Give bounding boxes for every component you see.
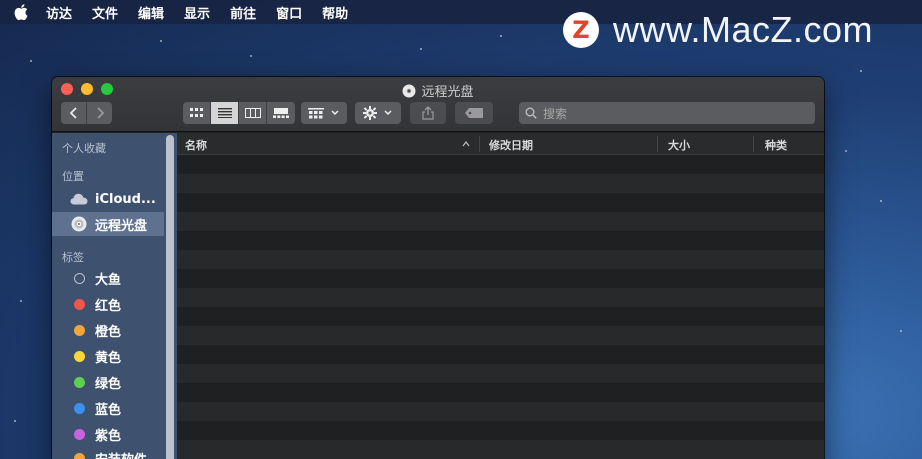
columns-icon <box>244 108 261 118</box>
list-view-button[interactable] <box>211 102 239 124</box>
sidebar-item-label: iCloud... <box>95 191 156 207</box>
window-title-text: 远程光盘 <box>421 85 474 100</box>
apple-icon[interactable] <box>14 3 30 21</box>
menu-window[interactable]: 窗口 <box>276 3 302 22</box>
cloud-icon <box>70 190 88 208</box>
sidebar-item-remote-disc[interactable]: 远程光盘 <box>52 212 164 236</box>
sidebar-tag-dayu[interactable]: 大鱼 <box>52 266 164 290</box>
sidebar-item-label: 远程光盘 <box>95 218 148 234</box>
sidebar-item-label: 紫色 <box>95 428 122 444</box>
tag-icon <box>465 108 483 118</box>
menu-view[interactable]: 显示 <box>184 3 210 22</box>
menu-go[interactable]: 前往 <box>230 3 256 22</box>
sidebar-tag-green[interactable]: 绿色 <box>52 370 164 394</box>
sidebar-item-label: 橙色 <box>95 324 122 340</box>
sidebar-header-favorites: 个人收藏 <box>62 142 106 155</box>
search-field[interactable]: 搜索 <box>519 102 815 124</box>
finder-window: 远程光盘 搜索 个人收藏 位置 iCloud... 远程光盘 标签 大鱼 红色 … <box>52 77 824 459</box>
tag-dot-icon <box>72 269 86 287</box>
menu-edit[interactable]: 编辑 <box>138 3 164 22</box>
back-button[interactable] <box>61 102 86 124</box>
gallery-icon <box>273 108 289 118</box>
disc-icon <box>402 84 416 97</box>
column-view-button[interactable] <box>239 102 267 124</box>
chevron-down-icon <box>384 110 392 116</box>
search-icon <box>525 107 537 119</box>
sidebar-tag-purple[interactable]: 紫色 <box>52 422 164 446</box>
sidebar-item-label: 大鱼 <box>95 272 122 288</box>
tag-dot-icon <box>72 347 86 365</box>
tag-dot-icon <box>72 399 86 417</box>
sidebar-item-label: 红色 <box>95 298 122 314</box>
title-bar[interactable]: 远程光盘 搜索 <box>52 77 824 132</box>
menu-file[interactable]: 文件 <box>92 3 118 22</box>
tag-dot-icon <box>72 295 86 313</box>
view-mode-group <box>183 102 295 124</box>
sidebar-item-label: 蓝色 <box>95 402 122 418</box>
list-rows <box>177 155 824 459</box>
list-icon <box>217 108 232 118</box>
sidebar-item-label: 黄色 <box>95 350 122 366</box>
column-header-kind[interactable]: 种类 <box>765 137 787 153</box>
action-button[interactable] <box>355 102 401 124</box>
column-header-name[interactable]: 名称 <box>185 137 207 153</box>
arrange-grid-icon <box>308 107 324 118</box>
forward-button[interactable] <box>87 102 112 124</box>
menu-finder[interactable]: 访达 <box>46 3 72 22</box>
gear-icon <box>363 106 377 120</box>
chevron-down-icon <box>331 110 339 116</box>
watermark-logo-icon: Z <box>563 12 599 48</box>
menu-help[interactable]: 帮助 <box>322 3 348 22</box>
watermark-text: www.MacZ.com <box>613 9 874 50</box>
column-header-date[interactable]: 修改日期 <box>489 137 533 153</box>
sidebar-header-tags: 标签 <box>62 251 84 264</box>
chevron-right-icon <box>96 107 104 119</box>
tag-dot-icon <box>72 425 86 443</box>
window-title: 远程光盘 <box>52 81 824 100</box>
share-button[interactable] <box>410 102 446 124</box>
list-header: 名称 修改日期 大小 种类 <box>177 133 824 155</box>
sort-ascending-icon <box>462 141 470 147</box>
sidebar-tag-red[interactable]: 红色 <box>52 292 164 316</box>
sidebar-tag-orange[interactable]: 橙色 <box>52 318 164 342</box>
tag-dot-icon <box>72 321 86 339</box>
watermark: Z www.MacZ.com <box>563 9 873 51</box>
share-icon <box>422 106 434 120</box>
grid-icon <box>189 108 203 117</box>
file-list: 名称 修改日期 大小 种类 <box>177 133 824 459</box>
nav-buttons <box>61 102 112 124</box>
disc-icon <box>70 215 88 233</box>
icon-view-button[interactable] <box>183 102 211 124</box>
tag-dot-icon <box>72 449 86 459</box>
sidebar-item-label: 绿色 <box>95 376 122 392</box>
sidebar: 个人收藏 位置 iCloud... 远程光盘 标签 大鱼 红色 橙色 黄色 绿色… <box>52 133 177 459</box>
sidebar-tag-blue[interactable]: 蓝色 <box>52 396 164 420</box>
sidebar-scrollbar[interactable] <box>166 135 174 459</box>
column-header-size[interactable]: 大小 <box>668 137 690 153</box>
sidebar-tag-yellow[interactable]: 黄色 <box>52 344 164 368</box>
arrange-button[interactable] <box>301 102 347 124</box>
tag-dot-icon <box>72 373 86 391</box>
gallery-view-button[interactable] <box>267 102 295 124</box>
chevron-left-icon <box>69 107 77 119</box>
sidebar-item-label: 安装软件 <box>95 449 147 459</box>
sidebar-header-locations: 位置 <box>62 170 84 183</box>
search-placeholder: 搜索 <box>543 106 568 121</box>
sidebar-item-icloud[interactable]: iCloud... <box>52 187 164 211</box>
edit-tags-button[interactable] <box>455 102 493 124</box>
sidebar-tag-install[interactable]: 安装软件 <box>52 446 164 459</box>
